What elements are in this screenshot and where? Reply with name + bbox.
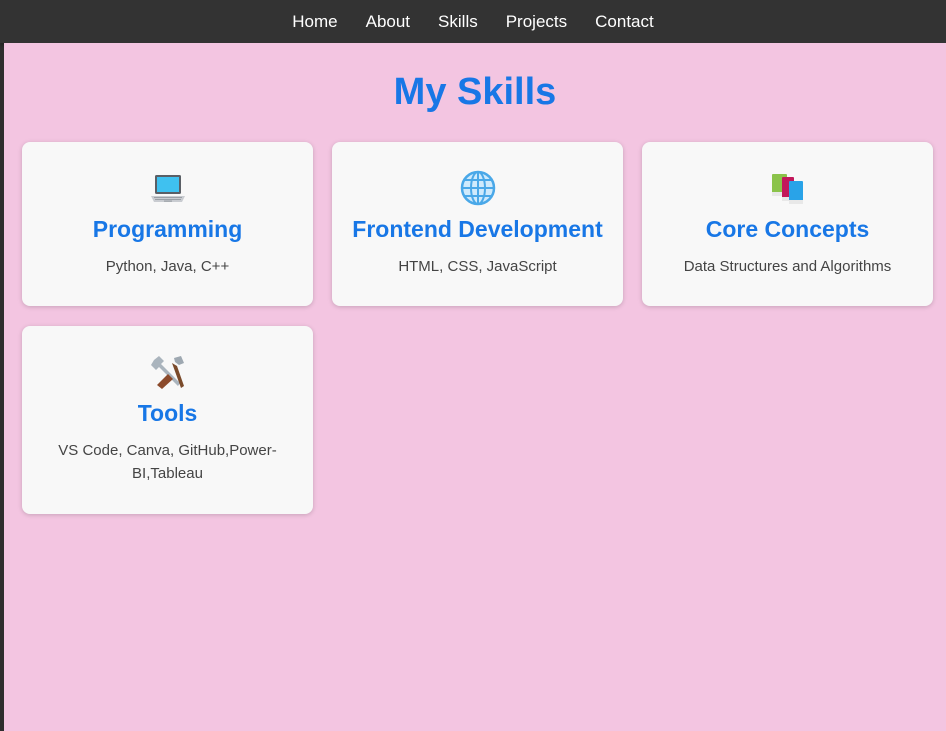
skill-card-tools: Tools VS Code, Canva, GitHub,Power-BI,Ta… (22, 326, 313, 514)
skill-card-programming: Programming Python, Java, C++ (22, 142, 313, 306)
navbar: Home About Skills Projects Contact (0, 0, 946, 43)
books-icon (771, 174, 803, 204)
skill-card-title: Tools (137, 400, 198, 426)
nav-link-about[interactable]: About (366, 12, 410, 32)
nav-link-projects[interactable]: Projects (506, 12, 567, 32)
skill-card-description: Data Structures and Algorithms (683, 258, 892, 275)
laptop-icon (150, 175, 185, 202)
skill-card-description: HTML, CSS, JavaScript (398, 258, 557, 275)
skill-card-title: Frontend Development (352, 216, 603, 242)
tools-icon (150, 356, 184, 389)
skill-card-description: VS Code, Canva, GitHub,Power-BI,Tableau (58, 442, 277, 482)
skills-section: My Skills Programming Python, Java, C++ … (4, 43, 946, 731)
skill-card-frontend: Frontend Development HTML, CSS, JavaScri… (332, 142, 623, 306)
skill-card-title: Programming (92, 216, 243, 242)
page-title: My Skills (393, 71, 557, 113)
skill-card-description: Python, Java, C++ (105, 258, 230, 275)
skill-card-title: Core Concepts (705, 216, 870, 242)
skill-card-core-concepts: Core Concepts Data Structures and Algori… (642, 142, 933, 306)
nav-link-home[interactable]: Home (292, 12, 337, 32)
nav-link-skills[interactable]: Skills (438, 12, 478, 32)
globe-icon (460, 170, 495, 206)
nav-link-contact[interactable]: Contact (595, 12, 654, 32)
